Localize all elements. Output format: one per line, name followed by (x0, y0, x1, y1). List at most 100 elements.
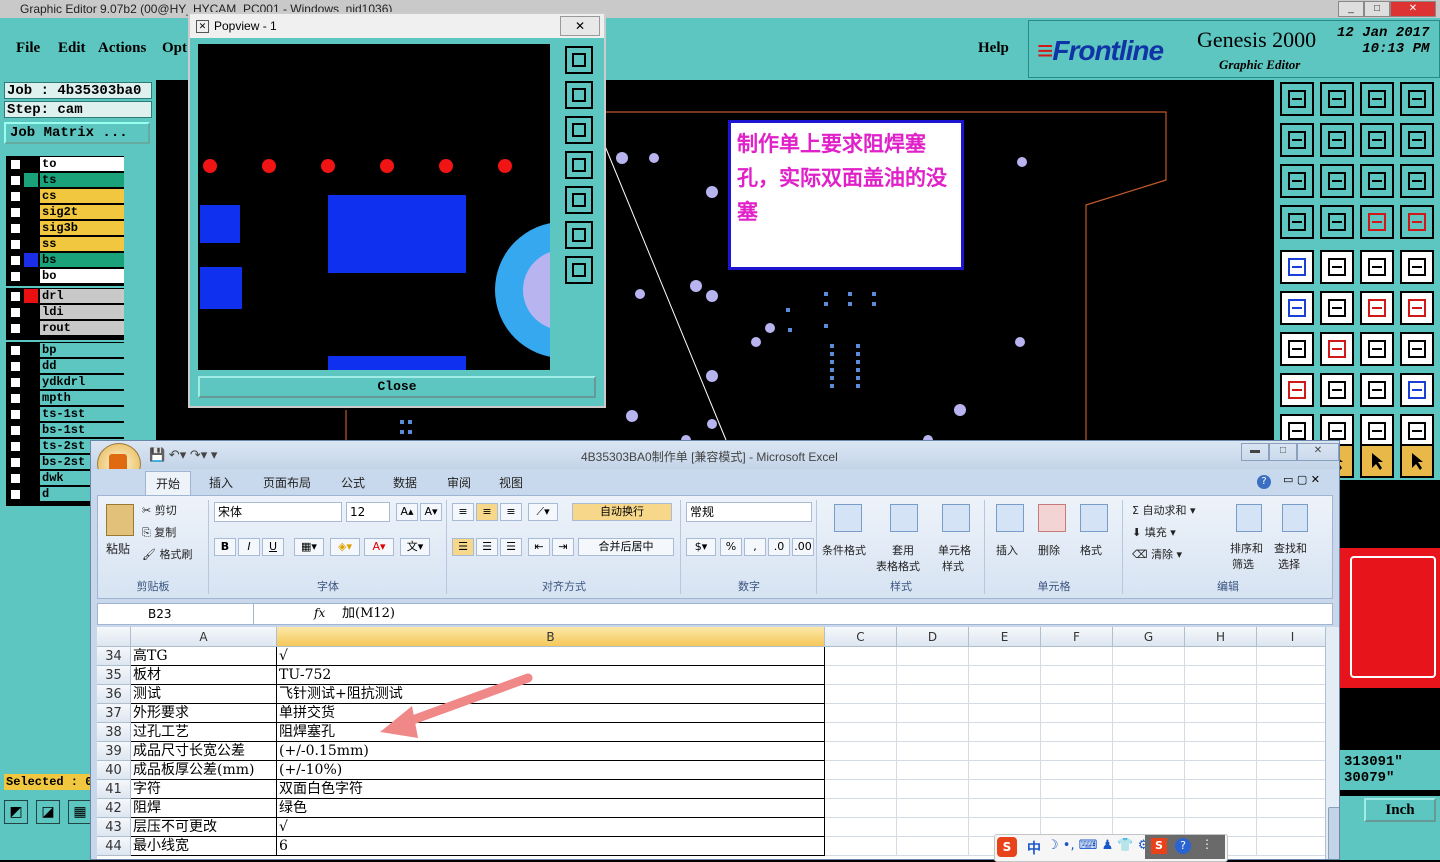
phonetic-button[interactable]: 文▾ (400, 538, 430, 556)
tab-page-layout[interactable]: 页面布局 (263, 474, 311, 491)
empty-cell[interactable] (969, 647, 1041, 666)
vertical-scrollbar[interactable] (1325, 627, 1339, 859)
empty-cell[interactable] (1113, 780, 1185, 799)
empty-cell[interactable] (825, 742, 897, 761)
empty-cell[interactable] (825, 780, 897, 799)
maximize-button[interactable]: □ (1364, 1, 1390, 17)
row-header[interactable]: 38 (97, 723, 131, 742)
font-color-button[interactable]: A▾ (364, 538, 394, 556)
layer-row[interactable]: bs (6, 252, 124, 268)
cut-button[interactable]: ✂ 剪切 (142, 502, 177, 518)
decrease-decimal-button[interactable]: .00 (792, 538, 814, 556)
empty-cell[interactable] (1185, 704, 1257, 723)
row-header[interactable]: 39 (97, 742, 131, 761)
column-header[interactable]: D (897, 627, 969, 647)
empty-cell[interactable] (1257, 704, 1329, 723)
layer-name[interactable]: bo (40, 269, 124, 283)
autosum-button[interactable]: Σ 自动求和 ▾ (1132, 502, 1195, 518)
pad-icon[interactable] (1280, 250, 1314, 284)
fill-color-button[interactable]: ◈▾ (330, 538, 360, 556)
red-pad-icon[interactable] (1280, 373, 1314, 407)
arrow-up-icon[interactable] (1280, 82, 1314, 116)
layer-name[interactable]: drl (40, 289, 124, 303)
empty-cell[interactable] (1113, 685, 1185, 704)
pan-up-icon[interactable] (565, 81, 593, 109)
select-all-corner[interactable] (97, 627, 131, 647)
move-icon[interactable] (1320, 164, 1354, 198)
layer-checkbox[interactable] (10, 291, 21, 302)
layer-row[interactable]: rout (6, 320, 124, 336)
cell-styles-button-line1[interactable]: 单元格 (938, 542, 971, 558)
layer-color-swatch[interactable] (24, 173, 38, 187)
layer-name[interactable]: ts-1st (40, 407, 124, 421)
empty-cell[interactable] (1257, 742, 1329, 761)
cell-label[interactable]: 过孔工艺 (131, 723, 277, 742)
font-size-select[interactable]: 12 (346, 502, 390, 522)
empty-cell[interactable] (1185, 742, 1257, 761)
layer-color-swatch[interactable] (24, 321, 38, 335)
pan-down-icon[interactable] (565, 116, 593, 144)
column-header[interactable]: B (277, 627, 825, 647)
layer-color-swatch[interactable] (24, 423, 38, 437)
empty-cell[interactable] (969, 704, 1041, 723)
minimize-button[interactable]: _ (1338, 1, 1364, 17)
empty-cell[interactable] (897, 704, 969, 723)
red-fill-icon[interactable] (1360, 205, 1394, 239)
triangle-4-icon[interactable] (1400, 414, 1434, 448)
layer-color-swatch[interactable] (24, 471, 38, 485)
column-header[interactable]: C (825, 627, 897, 647)
layer-row[interactable]: sig2t (6, 204, 124, 220)
empty-cell[interactable] (969, 685, 1041, 704)
layer-color-swatch[interactable] (24, 221, 38, 235)
layer-checkbox[interactable] (10, 207, 21, 218)
tab-insert[interactable]: 插入 (209, 474, 233, 491)
ime-language[interactable]: 中 (1027, 838, 1041, 858)
layer-name[interactable]: bp (40, 343, 124, 357)
ribbon-window-controls[interactable]: ▭ ▢ ✕ (1283, 473, 1320, 486)
units-button[interactable]: Inch (1364, 798, 1436, 822)
increase-indent-button[interactable]: ⇥ (552, 538, 574, 556)
copy-button[interactable]: ⎘ 复制 (142, 524, 176, 540)
empty-cell[interactable] (897, 837, 969, 856)
layer-color-swatch[interactable] (24, 487, 38, 501)
formula-input[interactable]: 加(M12) (342, 604, 395, 624)
menu-actions[interactable]: Actions (98, 40, 146, 57)
layer-name[interactable]: dd (40, 359, 124, 373)
font-name-select[interactable]: 宋体 (214, 502, 342, 522)
letter-f-icon[interactable] (1400, 332, 1434, 366)
s-curve-icon[interactable] (1400, 123, 1434, 157)
align-center-button[interactable]: ☰ (476, 538, 498, 556)
row-header[interactable]: 43 (97, 818, 131, 837)
empty-cell[interactable] (825, 666, 897, 685)
layer-row[interactable]: ldi (6, 304, 124, 320)
cell-label[interactable]: 成品尺寸长宽公差 (131, 742, 277, 761)
cell-styles-icon[interactable] (942, 504, 970, 532)
red-arrow-icon[interactable] (1360, 291, 1394, 325)
row-header[interactable]: 41 (97, 780, 131, 799)
empty-cell[interactable] (825, 704, 897, 723)
cell-value[interactable]: √ (277, 818, 825, 837)
empty-cell[interactable] (825, 761, 897, 780)
layer-row[interactable]: sig3b (6, 220, 124, 236)
empty-cell[interactable] (897, 666, 969, 685)
align-left-button[interactable]: ☰ (452, 538, 474, 556)
orientation-button[interactable]: ⟋▾ (528, 503, 558, 521)
zoom-icon[interactable] (1360, 373, 1394, 407)
format-cells-icon[interactable] (1080, 504, 1108, 532)
zoom-fit-icon[interactable] (565, 46, 593, 74)
cell-label[interactable]: 高TG (131, 647, 277, 666)
line-icon[interactable] (1320, 373, 1354, 407)
empty-cell[interactable] (1041, 780, 1113, 799)
select-tool-icon[interactable]: ◩ (4, 800, 28, 824)
grid-tool-icon[interactable]: ▦ (68, 800, 92, 824)
empty-cell[interactable] (1041, 742, 1113, 761)
empty-cell[interactable] (1257, 685, 1329, 704)
align-bottom-button[interactable]: ≡ (500, 503, 522, 521)
layer-row[interactable]: ts-1st (6, 406, 124, 422)
spreadsheet-grid[interactable]: A B C D E F G H I 34 高TG √ 35 板材 TU-752 36 测试 飞针测试+阻抗测试 37… (97, 627, 1329, 859)
column-header[interactable]: I (1257, 627, 1329, 647)
underline-button[interactable]: U (262, 538, 284, 556)
menu-file[interactable]: File (16, 40, 40, 57)
cell-value[interactable]: (+/-10%) (277, 761, 825, 780)
quick-access-toolbar[interactable]: 💾 ↶▾ ↷▾ ▾ (149, 447, 217, 463)
